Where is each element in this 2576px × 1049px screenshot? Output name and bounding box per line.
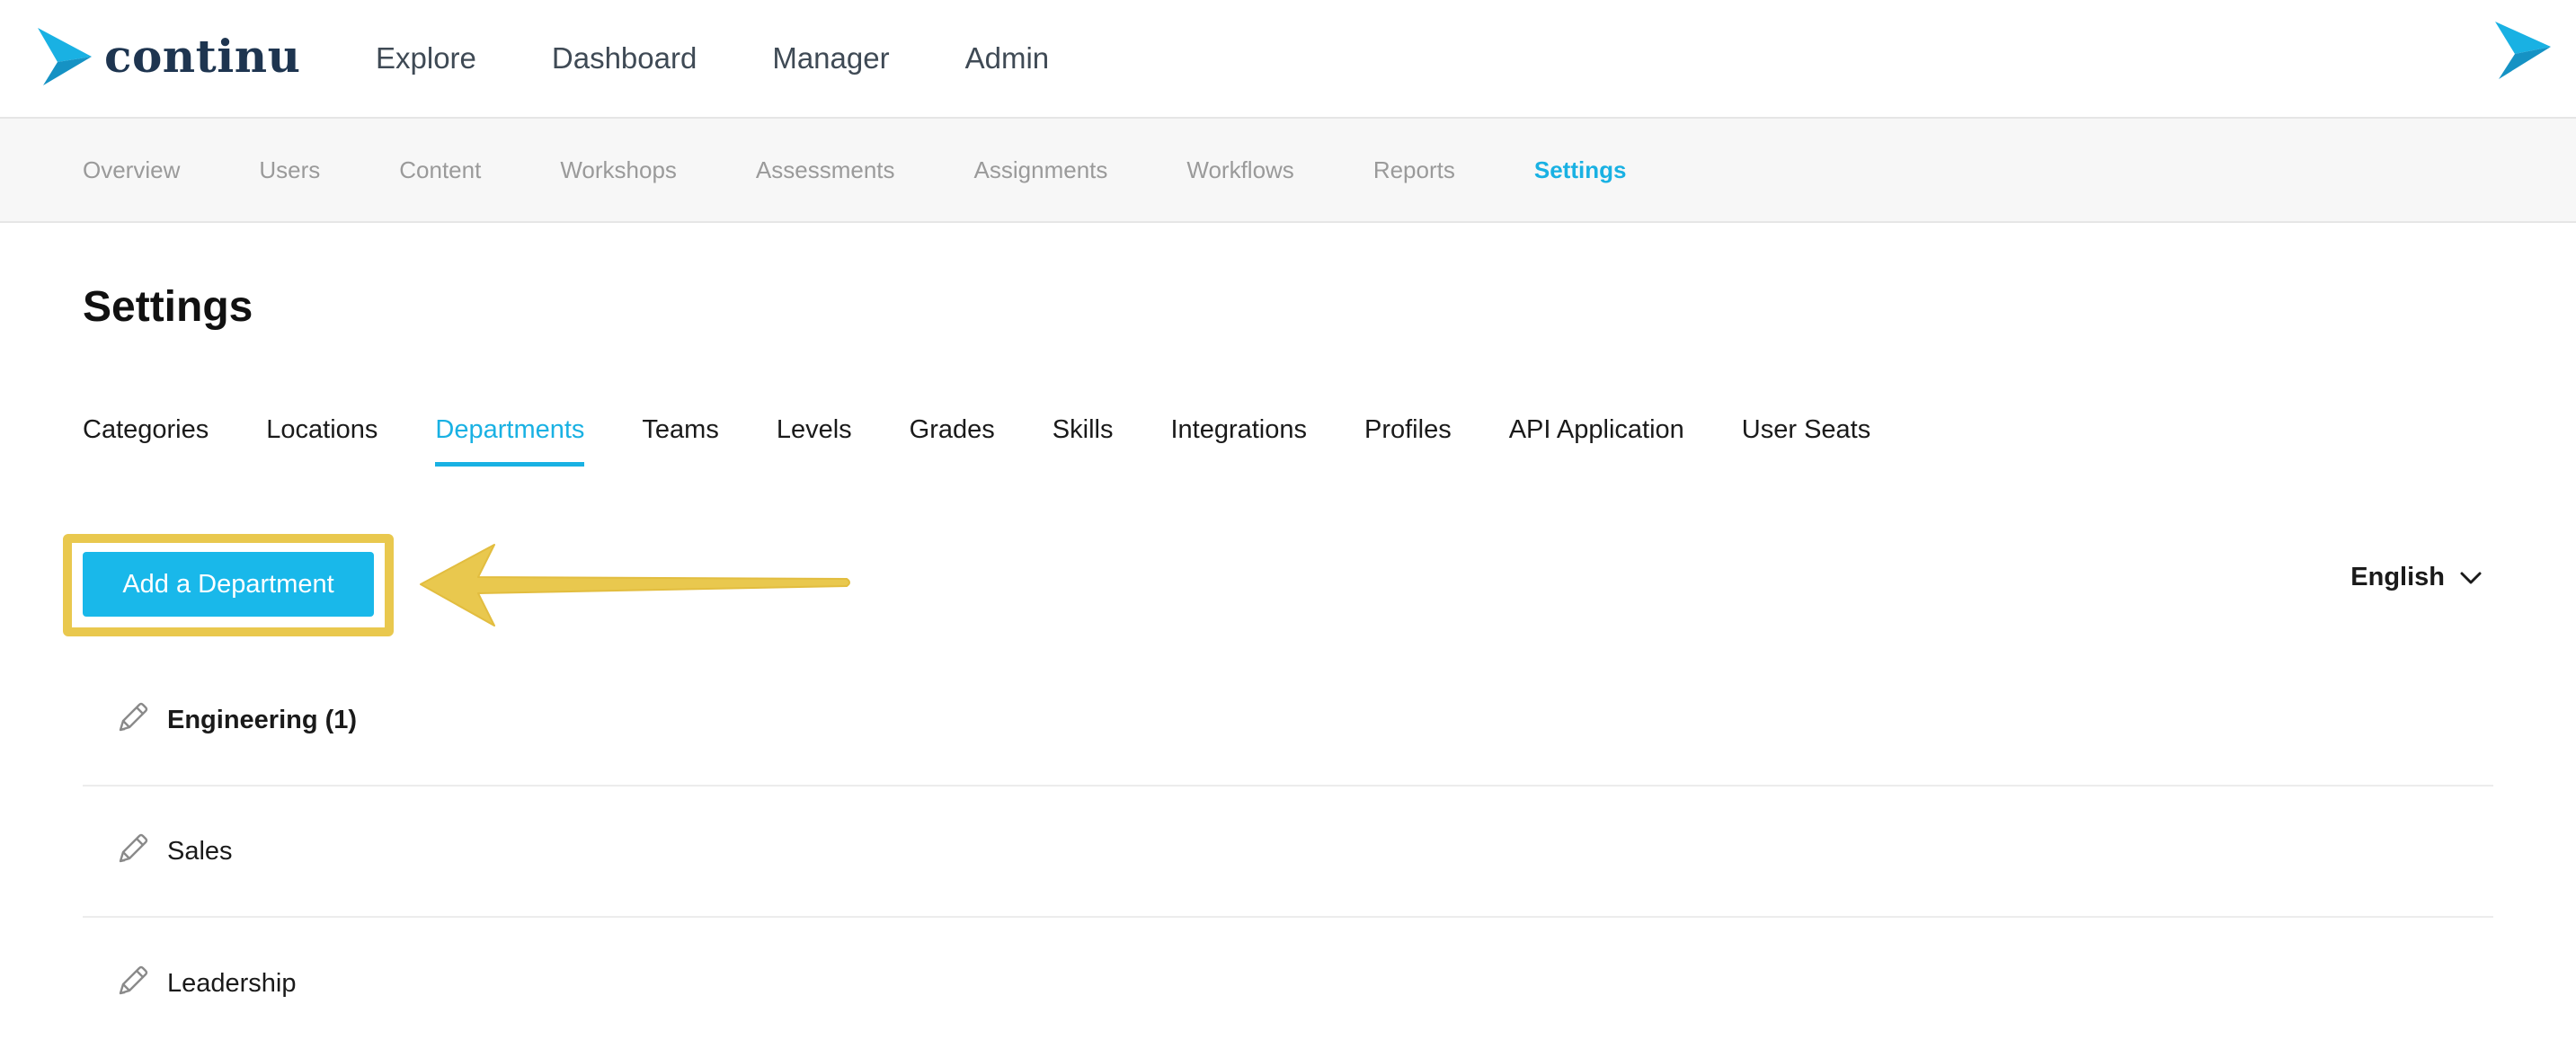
tab-integrations[interactable]: Integrations bbox=[1170, 415, 1307, 467]
admin-sub-navigation: Overview Users Content Workshops Assessm… bbox=[0, 119, 2576, 223]
pencil-icon[interactable] bbox=[115, 832, 149, 871]
sub-nav-settings[interactable]: Settings bbox=[1534, 156, 1627, 184]
brand-logo[interactable]: continu bbox=[38, 25, 300, 88]
department-name: Sales bbox=[167, 836, 233, 866]
tab-profiles[interactable]: Profiles bbox=[1364, 415, 1452, 467]
sub-nav-workflows[interactable]: Workflows bbox=[1186, 156, 1293, 184]
corner-logo[interactable] bbox=[2493, 20, 2551, 85]
tab-categories[interactable]: Categories bbox=[83, 415, 209, 467]
pencil-icon[interactable] bbox=[115, 701, 149, 740]
nav-item-admin[interactable]: Admin bbox=[965, 41, 1050, 76]
tab-api-application[interactable]: API Application bbox=[1509, 415, 1684, 467]
sub-nav-workshops[interactable]: Workshops bbox=[560, 156, 677, 184]
continu-corner-logo-icon bbox=[2495, 22, 2551, 79]
sub-nav-reports[interactable]: Reports bbox=[1373, 156, 1455, 184]
brand-name: continu bbox=[104, 30, 301, 83]
settings-tabs: Categories Locations Departments Teams L… bbox=[83, 415, 1928, 478]
sub-nav-users[interactable]: Users bbox=[259, 156, 320, 184]
list-item: Leadership bbox=[83, 918, 2493, 1049]
department-name: Leadership bbox=[167, 968, 297, 998]
add-department-button[interactable]: Add a Department bbox=[83, 552, 374, 617]
continu-logo-icon bbox=[38, 28, 92, 85]
sub-nav-assessments[interactable]: Assessments bbox=[756, 156, 895, 184]
list-item: Sales bbox=[83, 787, 2493, 918]
nav-item-dashboard[interactable]: Dashboard bbox=[552, 41, 697, 76]
sub-nav: Overview Users Content Workshops Assessm… bbox=[83, 119, 1705, 221]
department-list: Engineering (1) Sales Leadership bbox=[83, 655, 2493, 1049]
sub-nav-content[interactable]: Content bbox=[399, 156, 481, 184]
tab-departments[interactable]: Departments bbox=[435, 415, 585, 467]
top-navigation-bar: continu Explore Dashboard Manager Admin bbox=[0, 0, 2576, 119]
tab-levels[interactable]: Levels bbox=[777, 415, 852, 467]
language-select[interactable]: English bbox=[2350, 563, 2483, 592]
chevron-down-icon bbox=[2460, 572, 2482, 583]
sub-nav-assignments[interactable]: Assignments bbox=[974, 156, 1108, 184]
list-item: Engineering (1) bbox=[83, 655, 2493, 787]
nav-item-manager[interactable]: Manager bbox=[772, 41, 889, 76]
tab-grades[interactable]: Grades bbox=[910, 415, 995, 467]
department-name: Engineering (1) bbox=[167, 705, 358, 734]
tab-locations[interactable]: Locations bbox=[266, 415, 378, 467]
nav-item-explore[interactable]: Explore bbox=[376, 41, 476, 76]
pencil-icon[interactable] bbox=[115, 965, 149, 1003]
tab-skills[interactable]: Skills bbox=[1053, 415, 1114, 467]
tab-teams[interactable]: Teams bbox=[642, 415, 718, 467]
tab-user-seats[interactable]: User Seats bbox=[1742, 415, 1870, 467]
language-select-value: English bbox=[2350, 563, 2445, 591]
arrow-left-icon bbox=[420, 544, 850, 627]
sub-nav-overview[interactable]: Overview bbox=[83, 156, 180, 184]
page-title: Settings bbox=[83, 283, 253, 331]
main-nav: Explore Dashboard Manager Admin bbox=[376, 0, 1124, 117]
